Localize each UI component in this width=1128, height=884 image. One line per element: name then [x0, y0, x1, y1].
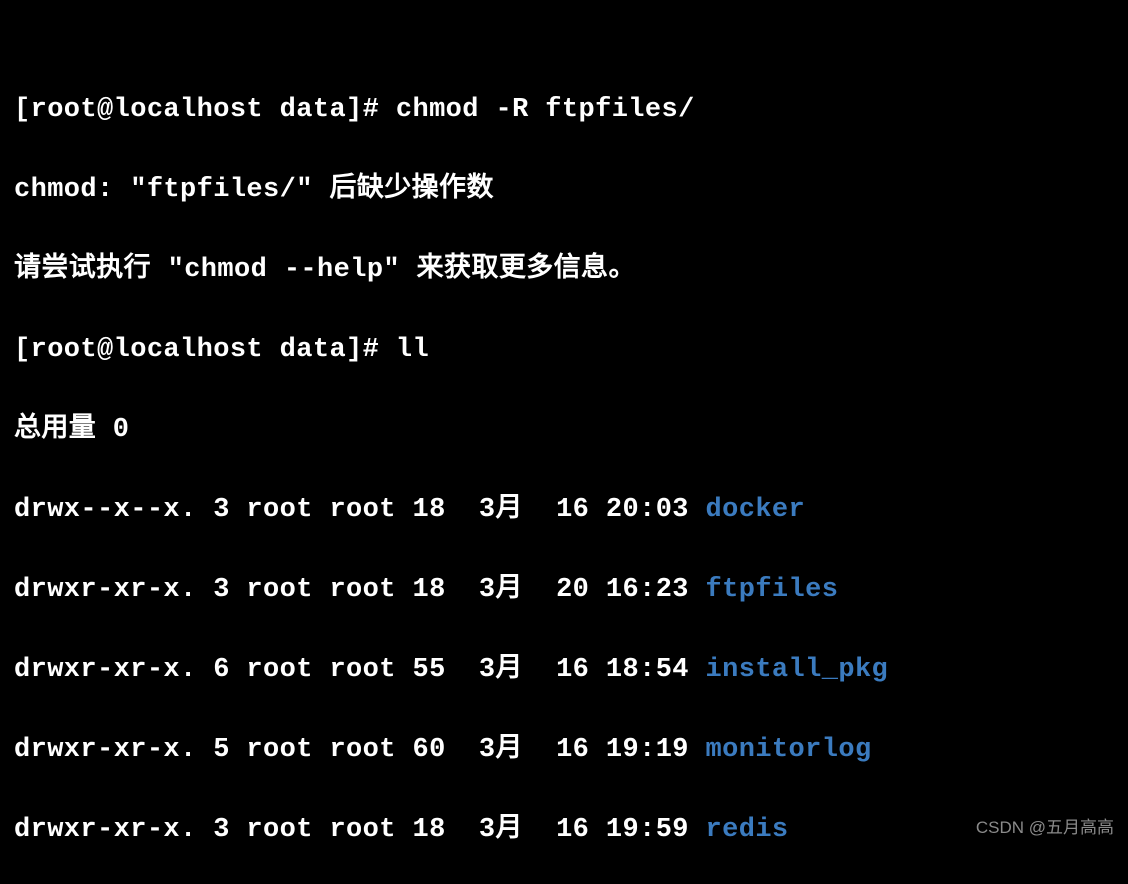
directory-name: redis [706, 815, 789, 845]
prompt-line-2: [root@localhost data]# ll [14, 330, 1114, 370]
total-line-1: 总用量 0 [14, 410, 1114, 450]
watermark-text: CSDN @五月高高 [976, 808, 1114, 848]
file-metadata: drwxr-xr-x. 6 root root 55 3月 16 18:54 [14, 655, 706, 685]
listing-row: drwxr-xr-x. 5 root root 60 3月 16 19:19 m… [14, 730, 1114, 770]
directory-name: ftpfiles [706, 575, 839, 605]
directory-name: docker [706, 495, 806, 525]
command-input[interactable]: ll [396, 335, 429, 365]
file-metadata: drwxr-xr-x. 3 root root 18 3月 16 19:59 [14, 815, 706, 845]
listing-row: drwx--x--x. 3 root root 18 3月 16 20:03 d… [14, 490, 1114, 530]
error-line-1: chmod: "ftpfiles/" 后缺少操作数 [14, 170, 1114, 210]
command-input[interactable]: chmod -R ftpfiles/ [396, 95, 695, 125]
shell-prompt: [root@localhost data]# [14, 95, 396, 125]
directory-name: monitorlog [706, 735, 872, 765]
error-line-2: 请尝试执行 "chmod --help" 来获取更多信息。 [14, 250, 1114, 290]
listing-row: drwxr-xr-x. 3 root root 18 3月 16 19:59 r… [14, 810, 1114, 850]
prompt-line-1: [root@localhost data]# chmod -R ftpfiles… [14, 90, 1114, 130]
terminal-window[interactable]: [root@localhost data]# chmod -R ftpfiles… [0, 0, 1128, 884]
file-metadata: drwxr-xr-x. 3 root root 18 3月 20 16:23 [14, 575, 706, 605]
shell-prompt: [root@localhost data]# [14, 335, 396, 365]
file-metadata: drwxr-xr-x. 5 root root 60 3月 16 19:19 [14, 735, 706, 765]
listing-row: drwxr-xr-x. 3 root root 18 3月 20 16:23 f… [14, 570, 1114, 610]
listing-row: drwxr-xr-x. 6 root root 55 3月 16 18:54 i… [14, 650, 1114, 690]
directory-name: install_pkg [706, 655, 889, 685]
file-metadata: drwx--x--x. 3 root root 18 3月 16 20:03 [14, 495, 706, 525]
